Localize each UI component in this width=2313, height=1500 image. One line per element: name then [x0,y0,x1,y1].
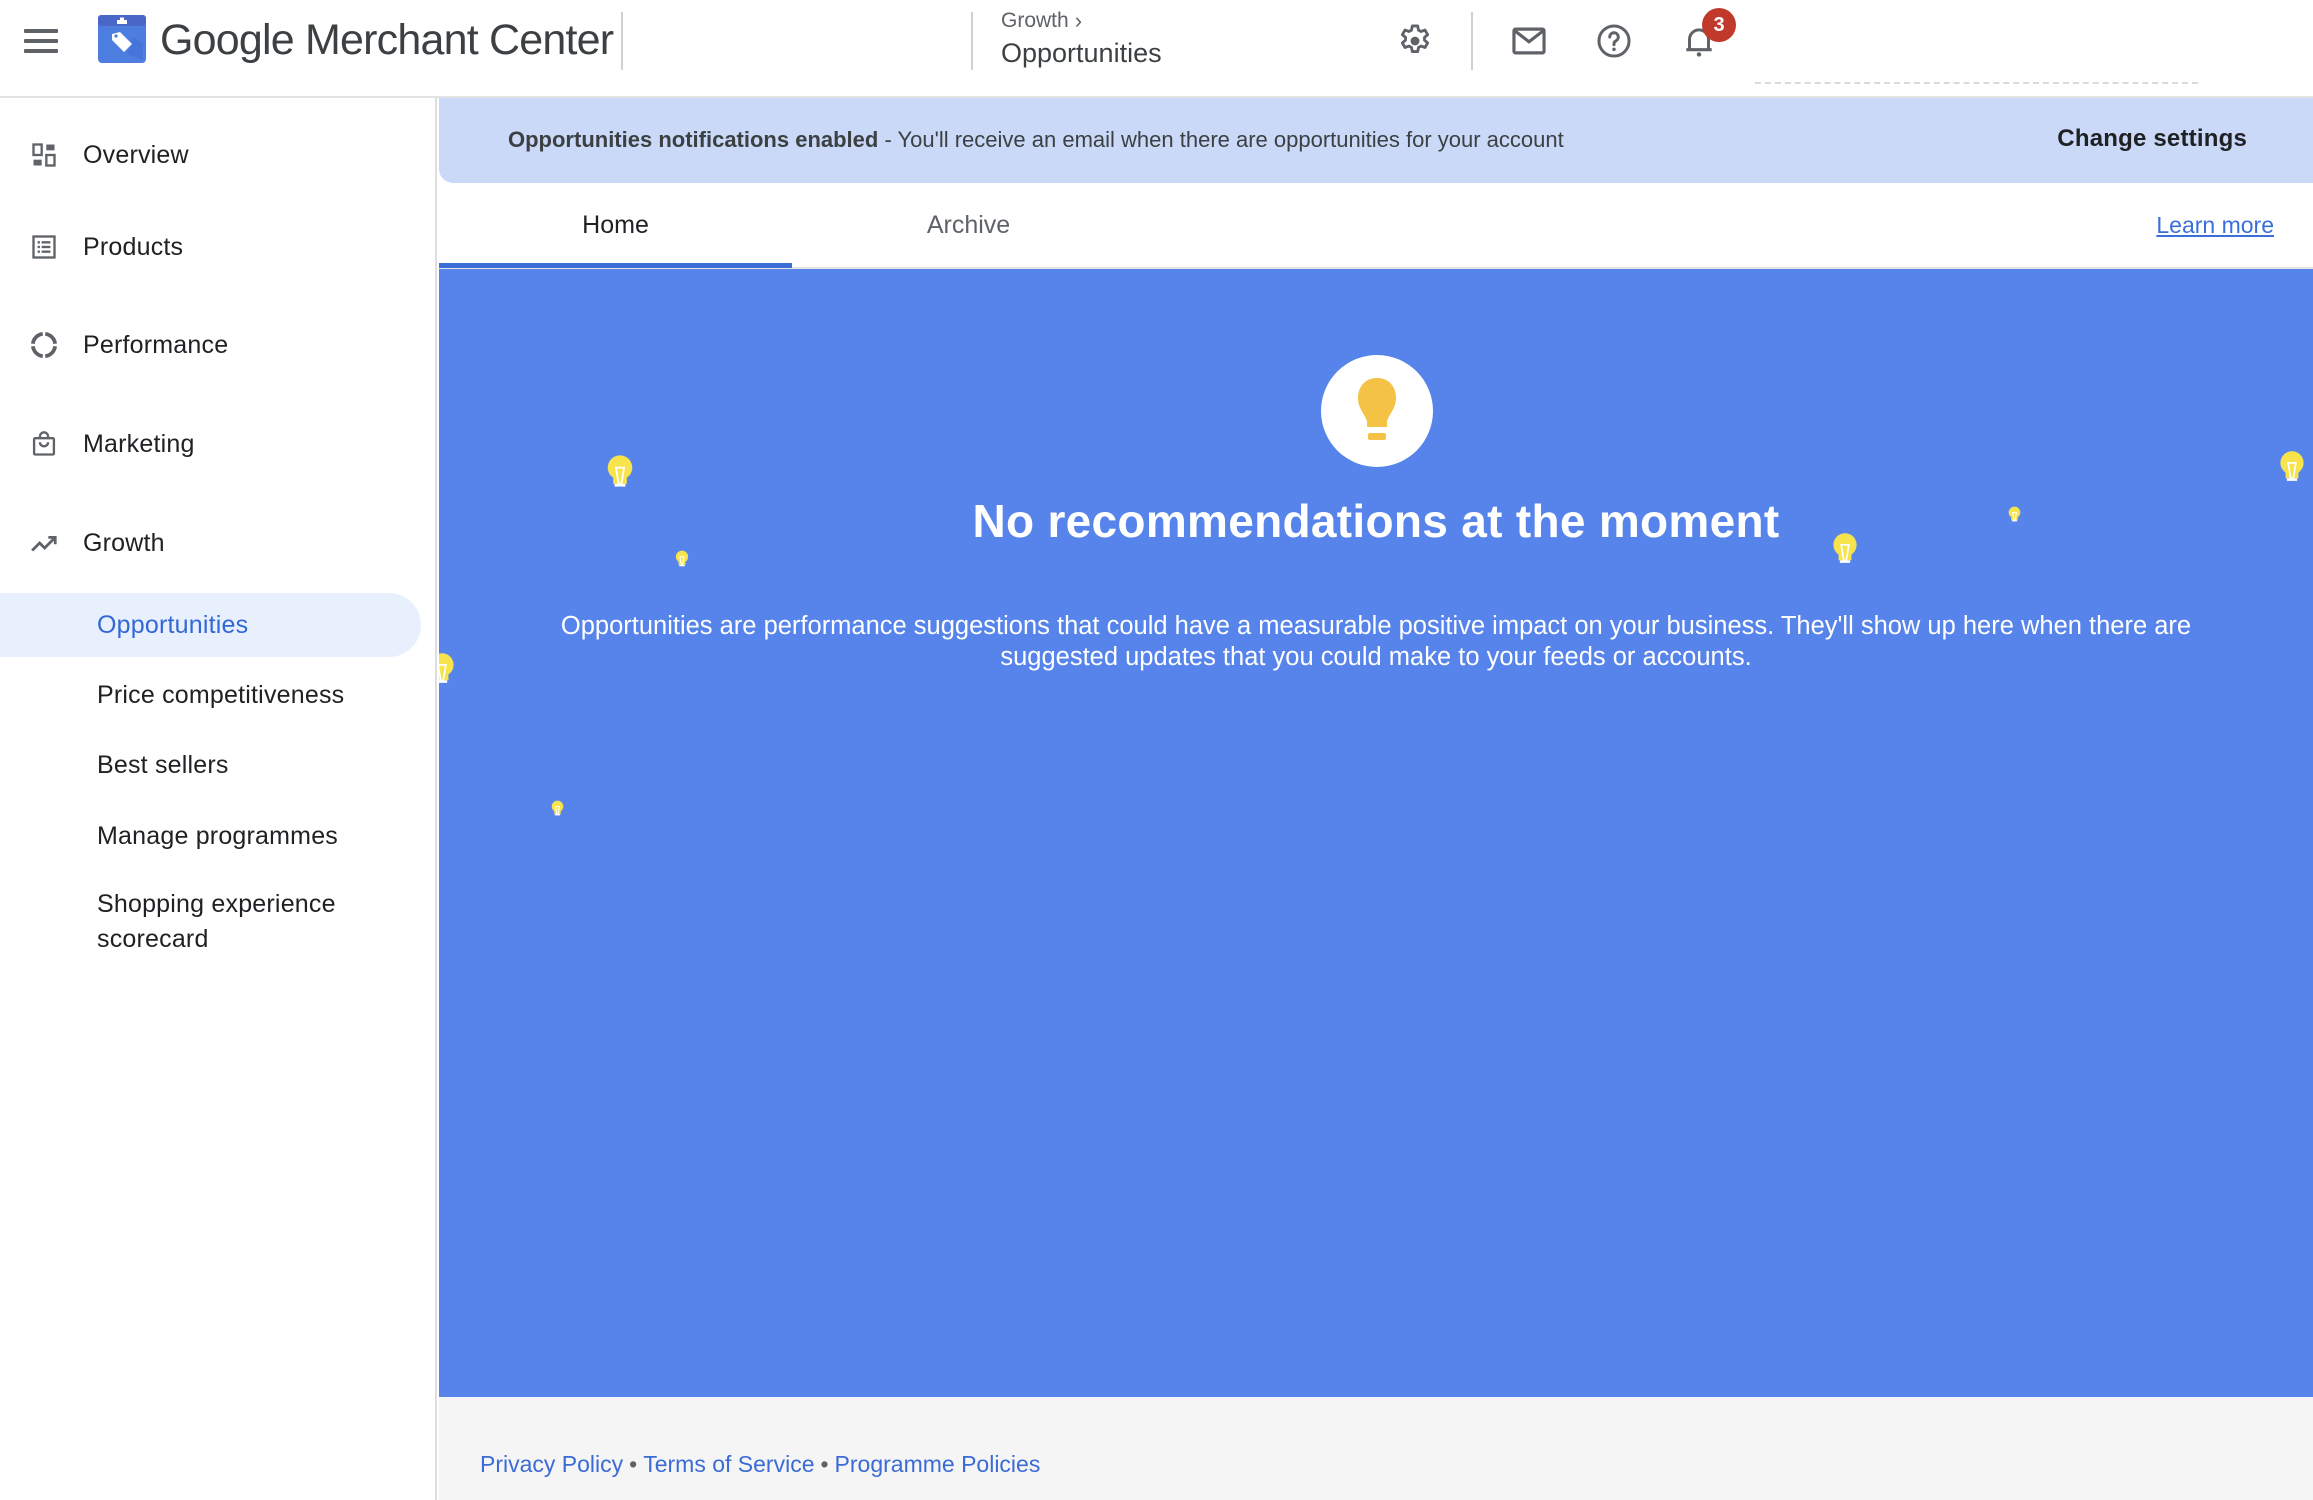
sidebar-item-label: Overview [83,140,189,169]
merchant-center-logo-icon[interactable] [97,14,147,64]
empty-state-title: No recommendations at the moment [972,495,1780,547]
banner-message-bold: Opportunities notifications enabled [508,127,879,152]
footer-links: Privacy Policy • Terms of Service • Programm… [480,1451,1040,1478]
footer-separator: • [629,1451,638,1477]
sidebar-item-label: Growth [83,528,165,557]
lightbulb-icon [1358,378,1396,440]
header-divider [621,12,623,70]
empty-state-description: Opportunities are performance suggestion… [560,612,2192,671]
tab-bar: Home Archive Learn more [439,183,2313,269]
sidebar-subitem-label: Manage programmes [97,821,339,850]
sidebar-subitem-label: Opportunities [97,610,249,639]
sidebar-subitem-price-competitiveness[interactable]: Price competitiveness [0,663,421,727]
donut-chart-icon [28,329,60,361]
notification-count-badge: 3 [1702,8,1736,42]
sidebar-item-label: Performance [83,330,229,359]
trending-up-icon [28,527,60,559]
decorative-lightbulb-icon [2280,451,2304,481]
shopping-bag-icon [28,428,60,460]
tab-archive[interactable]: Archive [792,183,1145,267]
page-footer: Privacy Policy • Terms of Service • Programm… [439,1397,2313,1500]
tab-home[interactable]: Home [439,183,792,268]
sidebar-item-overview[interactable]: Overview [0,125,430,185]
sidebar-subitem-best-sellers[interactable]: Best sellers [0,733,421,797]
hamburger-menu-icon[interactable] [22,26,60,56]
sidebar-item-label: Marketing [83,429,195,458]
breadcrumb-parent-link[interactable]: Growth › [1001,8,1082,34]
list-icon [28,231,60,263]
dashboard-icon [28,139,60,171]
sidebar-subitem-label: Price competitiveness [97,680,345,709]
mail-icon [1512,27,1546,55]
sidebar-item-marketing[interactable]: Marketing [0,414,430,474]
sidebar-nav: Overview Products Performance Marketing … [0,98,437,1500]
change-settings-button[interactable]: Change settings [2057,125,2247,153]
empty-state-panel: No recommendations at the moment Opportu… [439,269,2313,1397]
notifications-banner: Opportunities notifications enabled - Yo… [439,98,2313,183]
help-button[interactable] [1593,20,1635,62]
top-app-bar: Google Merchant Center Growth › Opportun… [0,0,2313,98]
settings-button[interactable] [1394,20,1436,62]
breadcrumb-parent-label: Growth [1001,9,1069,32]
gear-icon [1400,24,1430,54]
decorative-lightbulb-icon [439,653,454,683]
learn-more-link[interactable]: Learn more [2156,212,2274,239]
sidebar-subitem-manage-programmes[interactable]: Manage programmes [0,804,421,868]
banner-message: Opportunities notifications enabled - Yo… [508,127,1564,153]
decorative-lightbulb-icon [675,550,689,567]
sidebar-subitem-label: Shopping experience scorecard [97,890,336,953]
sidebar-subitem-opportunities[interactable]: Opportunities [0,593,421,657]
help-icon [1597,24,1631,58]
account-placeholder-line [1755,82,2198,84]
sidebar-item-label: Products [83,232,184,261]
sidebar-item-growth[interactable]: Growth [0,513,430,573]
page-title: Opportunities [1001,38,1162,68]
sidebar-item-products[interactable]: Products [0,217,430,277]
lightbulb-badge [1321,355,1433,467]
messages-button[interactable] [1508,20,1550,62]
sidebar-subitem-shopping-experience-scorecard[interactable]: Shopping experience scorecard [0,872,421,972]
sidebar-subitem-label: Best sellers [97,750,229,779]
privacy-policy-link[interactable]: Privacy Policy [480,1451,623,1477]
chevron-right-icon: › [1074,8,1083,33]
terms-of-service-link[interactable]: Terms of Service [643,1451,814,1477]
programme-policies-link[interactable]: Programme Policies [835,1451,1041,1477]
banner-message-body: - You'll receive an email when there are… [878,127,1564,152]
sidebar-item-performance[interactable]: Performance [0,315,430,375]
footer-separator: • [820,1451,829,1477]
icons-divider [1471,12,1473,70]
decorative-lightbulb-icon [551,800,564,816]
breadcrumb-divider [971,12,973,70]
app-title: Google Merchant Center [160,16,614,64]
decorative-lightbulb-icon [607,455,633,487]
